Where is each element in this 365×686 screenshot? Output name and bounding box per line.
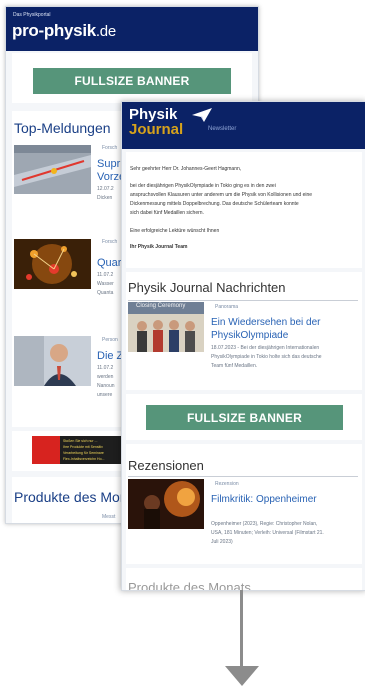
fullsize-banner[interactable]: FULLSIZE BANNER — [33, 68, 231, 94]
divider — [128, 476, 358, 477]
ad-logo-block — [32, 436, 60, 464]
news-category-tag: Panorama — [215, 304, 239, 310]
news-date: 11.07.2 — [97, 272, 114, 278]
news-meta: Team fünf Medaillen. — [211, 363, 258, 369]
intro-line: anspruchsvollen Klausuren unter anderem … — [130, 192, 313, 198]
review-meta: Oppenheimer (2023), Regie: Christopher N… — [211, 521, 318, 527]
physik-journal-header: Physik Journal Newsletter — [122, 102, 365, 149]
portal-tagline: Das Physikportal — [13, 12, 51, 18]
news-meta: 18.07.2023 - Bei der diesjährigen Intern… — [211, 345, 320, 351]
news-teaser: unsere — [97, 392, 113, 398]
intro-line: bei der diesjährigen PhysikOlympiade in … — [130, 183, 276, 189]
paper-plane-icon — [192, 108, 212, 122]
news-meta: PhysikOlympiade in Tokio holte sich das … — [211, 354, 322, 360]
pro-physik-logo[interactable]: pro-physik.de — [12, 21, 116, 41]
fullsize-banner[interactable]: FULLSIZE BANNER — [146, 405, 343, 430]
products-title: Produkte des Mon — [14, 489, 128, 505]
logo-line-physik: Physik — [129, 106, 178, 123]
news-tag: Forsch — [102, 239, 118, 245]
signature: Ihr Physik Journal Team — [130, 244, 188, 250]
news-tag: Forsch — [102, 145, 118, 151]
ad-text: Stoßen Sie sich nur ... Ihre Produkte mi… — [63, 439, 105, 461]
closing-line: Eine erfolgreiche Lektüre wünscht Ihnen — [130, 228, 220, 234]
journal-news-title: Physik Journal Nachrichten — [128, 280, 286, 295]
intro-line: sich dabei fünf Medaillen sichern. — [130, 210, 204, 216]
products-title-cut: Produkte des Monats — [128, 580, 251, 591]
products-tag: Messt — [102, 514, 116, 520]
news-date: 11.07.2 — [97, 365, 114, 371]
news-thumbnail-1[interactable] — [14, 145, 91, 194]
arrow-shaft — [240, 590, 243, 668]
news-link-2[interactable]: Quar — [97, 257, 121, 269]
logo-line-journal: Journal — [129, 121, 184, 138]
physik-journal-newsletter-preview: Physik Journal Newsletter Sehr geehrter … — [121, 101, 365, 591]
salutation: Sehr geehrter Herr Dr. Johannes-Geert Ha… — [130, 166, 242, 172]
ad-banner[interactable]: Stoßen Sie sich nur ... Ihre Produkte mi… — [32, 436, 124, 464]
news-thumbnail-2[interactable] — [14, 239, 91, 289]
reviews-title: Rezensionen — [128, 458, 204, 473]
news-date: 12.07.2 — [97, 186, 114, 192]
arrow-down-icon — [225, 666, 259, 686]
review-category-tag: Rezension — [215, 481, 239, 487]
news-teaser: Wasser — [97, 281, 114, 287]
news-link-title[interactable]: Ein Wiedersehen bei der — [211, 317, 321, 328]
physik-journal-logo[interactable]: Physik Journal — [129, 107, 183, 137]
logo-suffix-text: .de — [95, 23, 116, 40]
news-teaser: Dicken — [97, 195, 113, 201]
photo-caption: Closing Ceremony — [136, 303, 186, 309]
news-link-3[interactable]: Die Z — [97, 350, 123, 362]
review-meta: USA, 181 Minuten; Verleih: Universal (Fi… — [211, 530, 324, 536]
logo-main-text: pro-physik — [12, 21, 96, 40]
news-teaser: Quanta — [97, 290, 114, 296]
review-meta: Juli 2023) — [211, 539, 233, 545]
news-teaser: werden — [97, 374, 114, 380]
intro-line: Dickenmessung mittels Doppelbrechung. Da… — [130, 201, 299, 207]
review-link[interactable]: Filmkritik: Oppenheimer — [211, 494, 317, 505]
news-thumbnail-3[interactable] — [14, 336, 91, 386]
divider — [128, 300, 358, 301]
news-link-1[interactable]: Supr — [97, 158, 120, 170]
pro-physik-header: Das Physikportal pro-physik.de — [6, 7, 258, 51]
news-link-title-line2[interactable]: PhysikOlympiade — [211, 330, 288, 341]
newsletter-label: Newsletter — [208, 126, 237, 132]
news-teaser: Nanoun — [97, 383, 115, 389]
top-news-title: Top-Meldungen — [14, 120, 111, 136]
review-photo[interactable] — [128, 479, 204, 529]
news-tag: Person — [102, 337, 118, 343]
news-photo[interactable] — [128, 302, 204, 352]
